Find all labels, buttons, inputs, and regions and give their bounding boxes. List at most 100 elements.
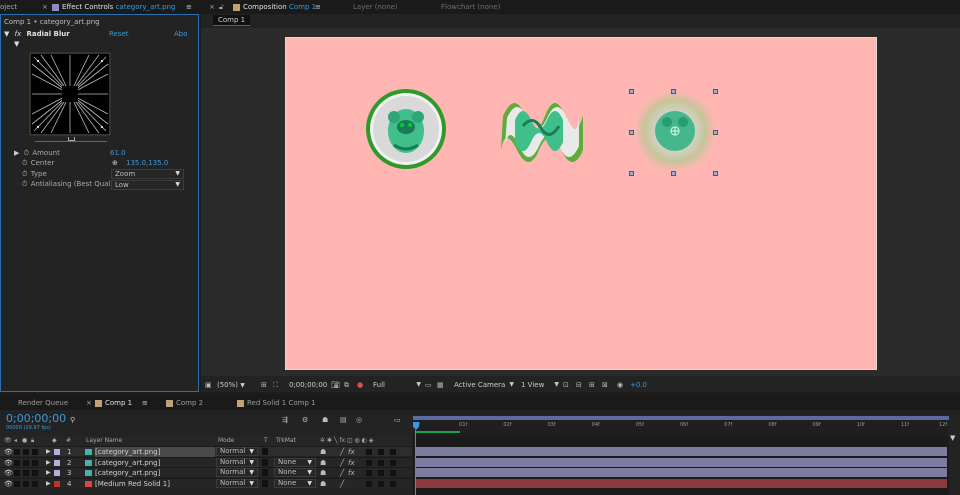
camera-icon[interactable]: 📷︎: [331, 378, 340, 392]
trkmat-dropdown[interactable]: None ▼: [274, 457, 316, 467]
comp-mini-flowchart-icon[interactable]: ⇶: [282, 416, 288, 424]
layer-name[interactable]: [category_art.png]: [95, 468, 160, 478]
mode-dropdown[interactable]: Normal ▼: [216, 447, 258, 456]
stopwatch-icon[interactable]: ⏱: [22, 170, 27, 178]
fx-icon[interactable]: fx: [348, 458, 355, 468]
current-time[interactable]: 0;00;00;00: [289, 378, 327, 392]
eye-icon[interactable]: 👁︎: [4, 468, 13, 478]
preserve-transparency-box[interactable]: [262, 479, 268, 487]
transform-handle[interactable]: [629, 130, 634, 135]
motion-blur-icon[interactable]: ◎: [356, 416, 362, 424]
close-icon[interactable]: ×: [42, 0, 48, 14]
reset-link[interactable]: Reset: [109, 30, 129, 38]
guides-icon[interactable]: ⛶: [273, 378, 278, 392]
switch-box[interactable]: [366, 459, 372, 466]
switch-box[interactable]: [378, 470, 384, 476]
panel-menu-icon[interactable]: ≡: [142, 396, 148, 410]
stopwatch-icon[interactable]: ⏱: [24, 149, 29, 157]
lock-box[interactable]: [32, 470, 38, 476]
toggle-pixel-aspect-icon[interactable]: ⊡: [563, 378, 569, 392]
frame-blending-icon[interactable]: ▤: [340, 416, 347, 424]
expand-right-icon[interactable]: ▶: [46, 458, 51, 468]
flowchart-icon[interactable]: ⊠: [602, 378, 608, 392]
crosshair-icon[interactable]: ⊕: [112, 159, 118, 167]
layer-row[interactable]: 👁︎ ▶ 2 [category_art.png] Normal ▼ None ▼ ☗ ╱ fx: [0, 456, 412, 468]
quality-icon[interactable]: ╱: [340, 468, 344, 478]
panel-menu-icon[interactable]: ≡: [315, 0, 321, 14]
tab-render-queue[interactable]: Render Queue: [18, 396, 68, 410]
layer-image-wave[interactable]: [497, 90, 587, 170]
layer-name[interactable]: [category_art.png]: [95, 447, 215, 457]
draft-3d-icon[interactable]: ⚙: [302, 416, 308, 424]
radial-blur-preview[interactable]: [29, 52, 111, 136]
lock-box[interactable]: [32, 449, 38, 455]
composition-tab[interactable]: Composition Comp 1: [233, 0, 316, 14]
fast-preview-icon[interactable]: ⊟: [576, 378, 582, 392]
expand-right-icon[interactable]: ▶: [46, 479, 51, 489]
time-ruler[interactable]: 0f01f02f03f04f05f06f07f08f09f10f11f12f: [413, 416, 949, 436]
exposure-value[interactable]: +0.0: [630, 378, 647, 392]
amount-value[interactable]: 61.0: [110, 149, 126, 157]
layer-duration-bar[interactable]: [415, 478, 947, 488]
timeline-end-marker[interactable]: ▼: [950, 434, 955, 442]
graph-editor-icon[interactable]: ▭: [394, 416, 401, 424]
mode-dropdown[interactable]: Normal ▼: [216, 468, 258, 477]
tab-project[interactable]: oject: [0, 0, 17, 14]
effect-controls-tab[interactable]: Effect Controls category_art.png: [52, 0, 175, 14]
expand-right-icon[interactable]: ▶: [46, 468, 51, 478]
trkmat-dropdown[interactable]: None ▼: [274, 478, 316, 488]
tab-flowchart[interactable]: Flowchart (none): [441, 0, 500, 14]
comp-canvas[interactable]: [285, 37, 877, 370]
panel-menu-icon[interactable]: ≡: [186, 0, 192, 14]
expand-down-icon[interactable]: ▼: [4, 30, 9, 38]
timeline-timecode[interactable]: 0;00;00;00: [6, 412, 66, 425]
layer-row[interactable]: 👁︎ ▶ 4 [Medium Red Solid 1] Normal ▼ None ▼ ☗ ╱: [0, 477, 412, 489]
transform-handle[interactable]: [671, 89, 676, 94]
transparency-grid-icon[interactable]: ▦: [437, 378, 444, 392]
tab-layer[interactable]: Layer (none): [353, 0, 398, 14]
audio-box[interactable]: [14, 480, 20, 487]
switch-box[interactable]: [378, 480, 384, 487]
eye-icon[interactable]: 👁︎: [4, 458, 13, 468]
type-dropdown[interactable]: Zoom ▼: [111, 169, 184, 179]
label-color[interactable]: [54, 470, 60, 476]
audio-box[interactable]: [14, 449, 20, 455]
layer-name-header[interactable]: Layer Name: [86, 436, 122, 446]
hide-shy-layers-icon[interactable]: ☗: [322, 416, 328, 424]
center-value[interactable]: 135.0,135.0: [126, 159, 168, 167]
quality-icon[interactable]: ╱: [340, 479, 344, 489]
shy-icon[interactable]: ☗: [320, 447, 326, 457]
tab-comp-1[interactable]: Comp 1: [95, 396, 132, 410]
lock-box[interactable]: [32, 459, 38, 466]
switch-box[interactable]: [366, 470, 372, 476]
fx-icon[interactable]: fx: [348, 468, 355, 478]
preserve-transparency-box[interactable]: [262, 458, 268, 466]
shy-icon[interactable]: ☗: [320, 468, 326, 478]
region-of-interest-icon[interactable]: ▭: [425, 378, 432, 392]
transform-handle[interactable]: [713, 89, 718, 94]
lock-icon[interactable]: 🔓︎: [219, 0, 224, 14]
transform-handle[interactable]: [629, 89, 634, 94]
layer-row[interactable]: 👁︎ ▶ 1 [category_art.png] Normal ▼ ☗ ╱ fx: [0, 446, 412, 457]
shy-icon[interactable]: ☗: [320, 458, 326, 468]
quality-icon[interactable]: ╱: [340, 458, 344, 468]
switch-box[interactable]: [378, 459, 384, 466]
transform-handle[interactable]: [713, 171, 718, 176]
expand-right-icon[interactable]: ▶: [46, 447, 51, 457]
comp-chip[interactable]: Comp 1: [213, 15, 251, 26]
solo-box[interactable]: [23, 449, 29, 455]
layer-name[interactable]: [category_art.png]: [95, 458, 160, 468]
effect-header[interactable]: ▼ fx Radial Blur Reset Abo: [4, 30, 194, 40]
preview-toggle-icon[interactable]: ▣: [205, 378, 212, 392]
mode-dropdown[interactable]: Normal ▼: [216, 478, 258, 488]
magnification-dropdown[interactable]: (50%) ▼: [217, 378, 245, 393]
audio-box[interactable]: [14, 470, 20, 476]
tab-comp-2[interactable]: Comp 2: [166, 396, 203, 410]
preserve-transparency-box[interactable]: [262, 448, 268, 455]
close-icon[interactable]: ×: [86, 396, 92, 410]
grid-icon[interactable]: ⊞: [261, 378, 267, 392]
tab-red-solid-comp[interactable]: Red Solid 1 Comp 1: [237, 396, 316, 410]
solo-box[interactable]: [23, 459, 29, 466]
transform-handle[interactable]: [671, 171, 676, 176]
timeline-icon[interactable]: ⊞: [589, 378, 595, 392]
